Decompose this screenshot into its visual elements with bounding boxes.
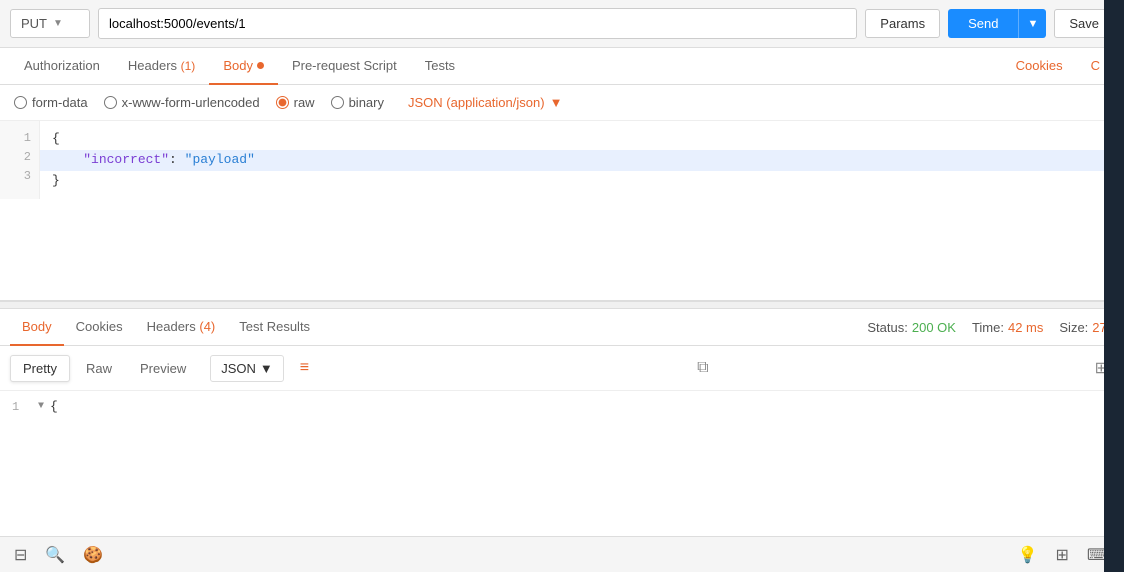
panel-toggle-icon[interactable]: ⊟: [10, 541, 31, 569]
tab-headers[interactable]: Headers (1): [114, 48, 209, 85]
response-body[interactable]: 1 ▼ {: [0, 391, 1124, 451]
resp-tab-body[interactable]: Body: [10, 309, 64, 346]
right-tabs: Cookies C: [1002, 48, 1114, 84]
tab-tests[interactable]: Tests: [411, 48, 469, 85]
url-input[interactable]: [98, 8, 857, 39]
size-label: Size:: [1059, 320, 1088, 335]
search-icon[interactable]: 🔍: [41, 541, 69, 569]
info-icon[interactable]: 💡: [1014, 541, 1042, 569]
code-line-3: }: [52, 171, 1112, 192]
method-chevron-icon: ▼: [53, 18, 63, 29]
request-editor[interactable]: 1 2 3 { "incorrect": "payload" }: [0, 121, 1124, 301]
status-label: Status:: [867, 320, 907, 335]
time-label: Time:: [972, 320, 1004, 335]
copy-button[interactable]: ⧉: [691, 355, 714, 381]
json-type-selector[interactable]: JSON (application/json) ▼: [408, 95, 562, 110]
option-urlencoded[interactable]: x-www-form-urlencoded: [104, 95, 260, 110]
option-raw[interactable]: raw: [276, 95, 315, 110]
split-view-icon[interactable]: ⊞: [1052, 541, 1073, 569]
resp-tab-cookies[interactable]: Cookies: [64, 309, 135, 346]
resp-brace: {: [50, 397, 58, 418]
status-value: 200 OK: [912, 320, 956, 335]
params-button[interactable]: Params: [865, 9, 940, 38]
tab-cookies[interactable]: Cookies: [1002, 48, 1077, 85]
option-binary[interactable]: binary: [331, 95, 384, 110]
response-meta: Status: 200 OK Time: 42 ms Size: 279: [867, 320, 1114, 335]
request-bar: PUT ▼ Params Send ▼ Save: [0, 0, 1124, 48]
tab-body[interactable]: Body: [209, 48, 278, 85]
cookie-jar-icon[interactable]: 🍪: [79, 541, 107, 569]
bottom-toolbar: ⊟ 🔍 🍪 💡 ⊞ ⌨: [0, 536, 1124, 572]
time-value: 42 ms: [1008, 320, 1043, 335]
raw-button[interactable]: Raw: [74, 356, 124, 381]
request-tabs: Authorization Headers (1) Body Pre-reque…: [0, 48, 1124, 85]
panel-divider: [0, 301, 1124, 309]
code-line-1: {: [52, 129, 1112, 150]
send-button[interactable]: Send: [948, 9, 1018, 38]
wrap-button[interactable]: ≡: [292, 354, 317, 382]
response-tabs: Body Cookies Headers (4) Test Results St…: [0, 309, 1124, 346]
code-content[interactable]: { "incorrect": "payload" }: [40, 121, 1124, 199]
body-dot-icon: [257, 62, 264, 69]
tab-pre-request[interactable]: Pre-request Script: [278, 48, 411, 85]
pretty-button[interactable]: Pretty: [10, 355, 70, 382]
line-numbers: 1 2 3: [0, 121, 40, 199]
format-dropdown[interactable]: JSON ▼: [210, 355, 284, 382]
tab-authorization[interactable]: Authorization: [10, 48, 114, 85]
option-form-data[interactable]: form-data: [14, 95, 88, 110]
response-format-bar: Pretty Raw Preview JSON ▼ ≡ ⧉ ⊞: [0, 346, 1124, 391]
resp-tab-test-results[interactable]: Test Results: [227, 309, 322, 346]
code-line-2: "incorrect": "payload": [40, 150, 1124, 171]
method-selector[interactable]: PUT ▼: [10, 9, 90, 38]
right-sidebar: [1104, 0, 1124, 572]
chevron-down-icon: ▼: [260, 361, 273, 376]
resp-tab-headers[interactable]: Headers (4): [135, 309, 228, 346]
preview-button[interactable]: Preview: [128, 356, 198, 381]
collapse-arrow-icon: ▼: [38, 399, 44, 415]
resp-line-num: 1: [12, 398, 32, 417]
send-btn-group: Send ▼: [948, 9, 1046, 38]
send-dropdown-button[interactable]: ▼: [1018, 9, 1046, 38]
method-text: PUT: [21, 16, 47, 31]
body-options: form-data x-www-form-urlencoded raw bina…: [0, 85, 1124, 121]
chevron-down-icon: ▼: [550, 95, 563, 110]
resp-line-1: 1 ▼ {: [12, 397, 1112, 418]
